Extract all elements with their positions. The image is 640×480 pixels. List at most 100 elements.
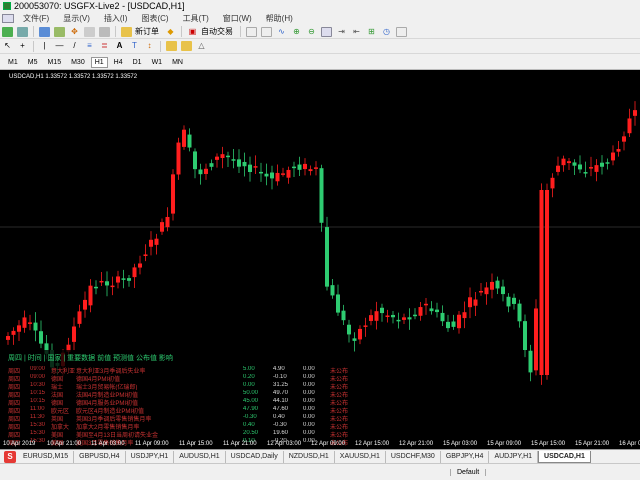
bullish-candle	[319, 168, 324, 223]
chart-tab[interactable]: GBPUSD,H4	[74, 450, 126, 463]
fibonacci-icon[interactable]: ≣	[99, 41, 110, 51]
window-title: 200053070: USGFX-Live2 - [USDCAD,H1]	[14, 1, 185, 11]
chart-tab[interactable]: EURUSD,M15	[18, 450, 75, 463]
timeframe-m30[interactable]: M30	[67, 57, 89, 68]
indicators-icon[interactable]: ⊞	[366, 27, 377, 37]
timeframe-mn[interactable]: MN	[168, 57, 187, 68]
vertical-line-icon[interactable]: |	[39, 41, 50, 51]
menu-file[interactable]: 文件(F)	[16, 13, 56, 24]
news-cell: 德国	[51, 401, 64, 406]
chart-tab[interactable]: AUDJPY,H1	[489, 450, 539, 463]
trendline-icon[interactable]: /	[69, 41, 80, 51]
auto-trading-button[interactable]: 自动交易	[201, 26, 233, 37]
bearish-candle	[11, 330, 16, 335]
bearish-candle	[88, 285, 93, 306]
text-icon[interactable]: A	[114, 41, 125, 51]
equidistant-channel-icon[interactable]: ≡	[84, 41, 95, 51]
bearish-candle	[424, 303, 428, 306]
tester-icon[interactable]	[99, 26, 110, 37]
line-chart-icon[interactable]: ∿	[276, 27, 287, 37]
timeframe-d1[interactable]: D1	[129, 57, 146, 68]
news-cell: 未公布	[330, 409, 349, 414]
bullish-candle	[121, 278, 126, 280]
timeframe-h1[interactable]: H1	[90, 56, 108, 68]
bullish-candle	[413, 314, 417, 317]
news-cell: 瑞士	[51, 385, 64, 390]
news-cell: 0.40	[243, 422, 255, 428]
timeframe-h4[interactable]: H4	[110, 57, 127, 68]
news-cell: 法国4月制造业PMI初值	[76, 393, 139, 398]
tile-windows-icon[interactable]	[321, 26, 332, 37]
chart-tab[interactable]: USDCHF,M30	[386, 450, 441, 463]
arrows-icon[interactable]: ↕	[144, 41, 155, 51]
bullish-candle	[187, 134, 192, 148]
news-cell: 未公布	[330, 369, 349, 374]
bar-chart-icon[interactable]	[246, 26, 257, 37]
candlestick-icon[interactable]	[261, 26, 272, 37]
chart-tab[interactable]: NZDUSD,H1	[284, 450, 335, 463]
menu-insert[interactable]: 插入(I)	[97, 13, 135, 24]
bullish-candle	[264, 173, 269, 177]
bullish-candle	[572, 162, 577, 166]
market-watch-icon[interactable]	[39, 26, 50, 37]
chart-tab[interactable]: USDCAD,H1	[538, 450, 591, 463]
chart-tab[interactable]: XAUUSD,H1	[335, 450, 386, 463]
menu-help[interactable]: 帮助(H)	[259, 13, 300, 24]
chart-shift-icon[interactable]: ⇤	[351, 27, 362, 37]
chart-window[interactable]: USDCAD,H1 1.33572 1.33572 1.33572 1.3357…	[0, 70, 640, 449]
cursor-icon[interactable]: ↖	[2, 41, 13, 51]
autoscroll-icon[interactable]: ⇥	[336, 27, 347, 37]
ime-icon: S	[4, 451, 16, 463]
bullish-candle	[292, 166, 296, 169]
separator	[240, 26, 241, 37]
new-chart-icon[interactable]	[2, 26, 13, 37]
bullish-candle	[396, 319, 401, 322]
chart-tab[interactable]: USDJPY,H1	[126, 450, 175, 463]
triangle-icon[interactable]: △	[196, 41, 207, 51]
auto-trading-icon[interactable]: ▣	[187, 27, 198, 37]
menu-tools[interactable]: 工具(T)	[176, 13, 216, 24]
bearish-candle	[545, 190, 549, 375]
zoom-in-icon[interactable]: ⊕	[291, 27, 302, 37]
horizontal-line-icon[interactable]: —	[54, 41, 65, 51]
news-cell: 意大利亚3月季调后失业率	[76, 369, 146, 374]
chart-tab[interactable]: USDCAD,Daily	[226, 450, 284, 463]
templates-icon[interactable]	[396, 26, 407, 37]
new-order-icon[interactable]	[121, 26, 132, 37]
periods-icon[interactable]: ◷	[381, 27, 392, 37]
chart-tab[interactable]: AUDUSD,H1	[174, 450, 226, 463]
profile-label[interactable]: Default	[450, 468, 487, 476]
bearish-candle	[28, 322, 32, 324]
news-cell: 50.00	[243, 390, 259, 396]
text-label-icon[interactable]: T	[129, 41, 140, 51]
news-cell: 加拿大2月零售销售月率	[76, 425, 140, 430]
data-window-icon[interactable]	[54, 26, 65, 37]
bearish-candle	[204, 168, 208, 174]
time-axis-label: 11 Apr 03:00	[91, 441, 125, 447]
terminal-icon[interactable]	[84, 26, 95, 37]
bullish-candle	[330, 285, 335, 296]
time-axis-label: 11 Apr 09:00	[135, 441, 169, 447]
timeframe-w1[interactable]: W1	[148, 57, 167, 68]
bearish-candle	[484, 287, 489, 295]
timeframe-m5[interactable]: M5	[24, 57, 42, 68]
chart-tab[interactable]: GBPJPY,H4	[441, 450, 490, 463]
ellipse-icon[interactable]	[166, 41, 177, 51]
rectangle-icon[interactable]	[181, 41, 192, 51]
metaeditor-icon[interactable]: ◆	[165, 27, 176, 37]
navigator-icon[interactable]: ✥	[69, 27, 80, 37]
new-order-button[interactable]: 新订单	[135, 26, 159, 37]
document-icon[interactable]	[2, 14, 14, 23]
bearish-candle	[358, 328, 362, 340]
menu-view[interactable]: 显示(V)	[56, 13, 97, 24]
menu-window[interactable]: 窗口(W)	[216, 13, 259, 24]
menu-chart[interactable]: 图表(C)	[134, 13, 175, 24]
bullish-candle	[391, 314, 395, 318]
profiles-icon[interactable]	[17, 26, 28, 37]
timeframe-m15[interactable]: M15	[43, 57, 65, 68]
crosshair-icon[interactable]: +	[17, 41, 28, 51]
bullish-candle	[297, 164, 302, 170]
timeframe-m1[interactable]: M1	[4, 57, 22, 68]
time-axis-label: 15 Apr 15:00	[531, 441, 566, 447]
zoom-out-icon[interactable]: ⊖	[306, 27, 317, 37]
